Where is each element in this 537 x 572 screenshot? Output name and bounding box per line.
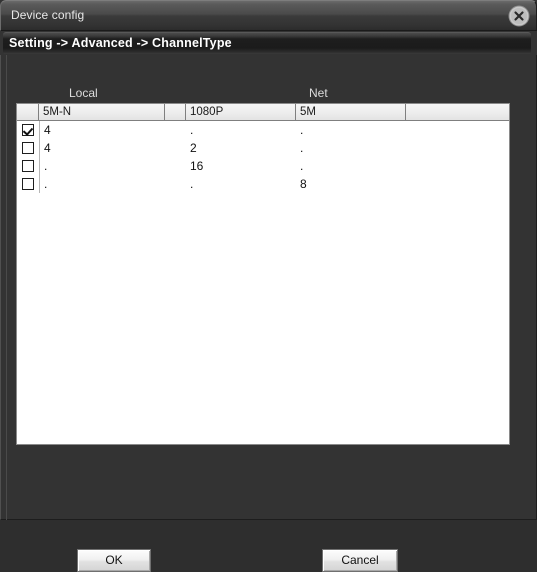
body-inner-edge [6, 55, 7, 520]
row-checkbox-cell[interactable] [17, 160, 39, 172]
table-header-1080p[interactable]: 1080P [186, 104, 296, 121]
cell-5m: . [300, 141, 304, 155]
table-header-spacer[interactable] [165, 104, 186, 121]
channel-type-table: 5M-N 1080P 5M 4.. 4 2.. 16... 8 [16, 103, 510, 445]
checkbox-unchecked-icon[interactable] [22, 160, 34, 172]
group-caption-net: Net [309, 86, 328, 100]
cell-1080p: . [190, 123, 194, 137]
window-title: Device config [11, 8, 85, 22]
row-checkbox-cell[interactable] [17, 178, 39, 190]
table-row[interactable]: . 16. [17, 157, 509, 175]
table-header-tail[interactable] [406, 104, 509, 121]
breadcrumb: Setting -> Advanced -> ChannelType [3, 32, 531, 54]
cell-1080p: . [190, 177, 194, 191]
table-row[interactable]: 4.. [17, 121, 509, 139]
checkbox-checked-icon[interactable] [22, 124, 34, 136]
cell-5m: 8 [300, 177, 307, 191]
table-header-5m-n[interactable]: 5M-N [39, 104, 165, 121]
row-checkbox-cell[interactable] [17, 124, 39, 136]
cell-5m-n: . [39, 157, 165, 175]
cell-5m-n: 4 [39, 121, 165, 139]
dialog-body: Local Net 5M-N 1080P 5M 4.. 4 2.. 16... 8 OK… [0, 55, 537, 572]
row-checkbox-cell[interactable] [17, 142, 39, 154]
table-body: 4.. 4 2.. 16... 8 [17, 121, 509, 193]
cell-1080p: 16 [190, 159, 204, 173]
cell-5m-n: . [39, 175, 165, 193]
table-header-5m[interactable]: 5M [296, 104, 406, 121]
ok-button[interactable]: OK [77, 549, 151, 572]
group-caption-local: Local [69, 86, 98, 100]
table-header-row: 5M-N 1080P 5M [17, 104, 509, 121]
table-row[interactable]: 4 2. [17, 139, 509, 157]
checkbox-unchecked-icon[interactable] [22, 142, 34, 154]
window-titlebar[interactable]: Device config [0, 0, 537, 31]
checkbox-unchecked-icon[interactable] [22, 178, 34, 190]
table-header-select[interactable] [17, 104, 39, 121]
breadcrumb-text: Setting -> Advanced -> ChannelType [9, 36, 232, 50]
table-row[interactable]: .. 8 [17, 175, 509, 193]
cancel-button[interactable]: Cancel [322, 549, 398, 572]
close-icon[interactable] [508, 5, 530, 27]
cell-5m-n: 4 [39, 139, 165, 157]
cell-5m: . [300, 159, 304, 173]
cell-5m: . [300, 123, 304, 137]
device-config-window: Device config Setting -> Advanced -> Cha… [0, 0, 537, 572]
cell-1080p: 2 [190, 141, 197, 155]
